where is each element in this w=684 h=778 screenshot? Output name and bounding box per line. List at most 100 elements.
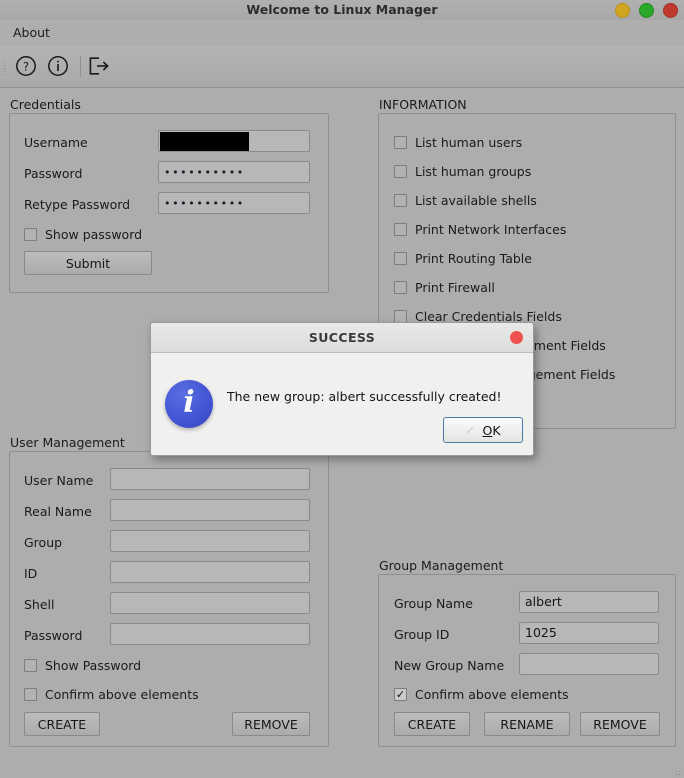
um-password-input[interactable] [110, 623, 310, 645]
dialog-close-button[interactable] [510, 331, 523, 344]
checkbox-box: ✓ [24, 658, 37, 672]
um-realname-input[interactable] [110, 499, 310, 521]
toolbar-grip[interactable] [3, 58, 7, 75]
gm-groupname-row: Group Name [394, 592, 473, 614]
gm-rename-button[interactable]: RENAME [484, 712, 570, 736]
username-redaction-bar [160, 132, 249, 151]
window-resize-grip[interactable] [675, 770, 682, 777]
application-window: Welcome to Linux Manager About ? Credent… [0, 0, 684, 778]
credentials-username-input[interactable] [158, 130, 310, 152]
credentials-submit-button[interactable]: Submit [24, 251, 152, 275]
credentials-retype-password-input[interactable]: •••••••••• [158, 192, 310, 214]
window-buttons [615, 3, 678, 18]
info-circle-icon[interactable] [43, 51, 73, 81]
dialog-ok-button[interactable]: ✓ OK [443, 417, 523, 443]
info-checkbox-label: Print Firewall [415, 279, 495, 295]
svg-text:?: ? [23, 60, 29, 74]
credentials-password-row: Password [24, 162, 82, 184]
credentials-username-label: Username [24, 134, 88, 150]
information-group-label: INFORMATION [379, 97, 467, 112]
credentials-show-password-checkbox[interactable]: ✓ Show password [24, 225, 142, 243]
um-group-input[interactable] [110, 530, 310, 552]
um-group-row: Group [24, 531, 62, 553]
info-checkbox-print-firewall[interactable]: ✓ Print Firewall [394, 278, 495, 296]
dialog-title: SUCCESS [308, 330, 376, 345]
check-icon: ✓ [465, 423, 476, 437]
info-checkbox-label: List available shells [415, 192, 537, 208]
um-username-input[interactable] [110, 468, 310, 490]
dialog-body: i The new group: albert successfully cre… [151, 352, 533, 455]
gm-groupid-row: Group ID [394, 623, 449, 645]
info-checkbox-print-network-interfaces[interactable]: ✓ Print Network Interfaces [394, 220, 566, 238]
close-button[interactable] [663, 3, 678, 18]
um-remove-button[interactable]: REMOVE [232, 712, 310, 736]
credentials-password-input[interactable]: •••••••••• [158, 161, 310, 183]
info-icon: i [165, 380, 213, 428]
um-shell-row: Shell [24, 593, 55, 615]
um-username-label: User Name [24, 472, 94, 488]
credentials-retype-row: Retype Password [24, 193, 130, 215]
gm-newgroupname-row: New Group Name [394, 654, 504, 676]
gm-confirm-label: Confirm above elements [415, 686, 569, 702]
checkbox-box: ✓ [394, 280, 407, 294]
info-checkbox-label: Print Network Interfaces [415, 221, 567, 237]
um-confirm-label: Confirm above elements [45, 686, 199, 702]
credentials-username-row: Username [24, 131, 88, 153]
um-realname-row: Real Name [24, 500, 92, 522]
um-confirm-checkbox[interactable]: ✓ Confirm above elements [24, 685, 199, 703]
gm-newgroupname-input[interactable] [519, 653, 659, 675]
checkbox-box: ✓ [394, 193, 407, 207]
gm-remove-button[interactable]: REMOVE [580, 712, 660, 736]
gm-groupname-input[interactable]: albert [519, 591, 659, 613]
logout-icon[interactable] [84, 51, 114, 81]
dialog-title-bar: SUCCESS [151, 323, 533, 353]
um-realname-label: Real Name [24, 503, 92, 519]
menu-bar: About [0, 20, 684, 47]
menu-item-about[interactable]: About [8, 20, 55, 46]
um-group-label: Group [24, 534, 63, 550]
um-id-input[interactable] [110, 561, 310, 583]
toolbar-separator [80, 56, 81, 77]
gm-confirm-checkbox[interactable]: ✓ Confirm above elements [394, 685, 569, 703]
credentials-password-value: •••••••••• [164, 166, 245, 179]
credentials-show-password-label: Show password [45, 226, 143, 242]
maximize-button[interactable] [639, 3, 654, 18]
dialog-ok-label: OK [482, 422, 501, 438]
info-checkbox-label: List human groups [415, 163, 532, 179]
checkbox-box: ✓ [394, 309, 407, 323]
user-management-group-label: User Management [10, 435, 125, 450]
credentials-retype-password-value: •••••••••• [164, 197, 245, 210]
info-checkbox-list-human-groups[interactable]: ✓ List human groups [394, 162, 531, 180]
gm-create-button[interactable]: CREATE [394, 712, 470, 736]
group-management-group-label: Group Management [379, 558, 504, 573]
um-shell-label: Shell [24, 596, 55, 612]
toolbar: ? [0, 46, 684, 88]
info-checkbox-list-available-shells[interactable]: ✓ List available shells [394, 191, 537, 209]
info-checkbox-label: List human users [415, 134, 523, 150]
um-id-row: ID [24, 562, 37, 584]
gm-newgroupname-label: New Group Name [394, 657, 505, 673]
checkbox-box: ✓ [394, 164, 407, 178]
um-show-password-checkbox[interactable]: ✓ Show Password [24, 656, 141, 674]
success-dialog: SUCCESS i The new group: albert successf… [150, 322, 534, 456]
checkbox-box: ✓ [24, 227, 37, 241]
info-checkbox-list-human-users[interactable]: ✓ List human users [394, 133, 522, 151]
um-password-label: Password [24, 627, 83, 643]
title-bar: Welcome to Linux Manager [0, 0, 684, 21]
minimize-button[interactable] [615, 3, 630, 18]
checkbox-box: ✓ [394, 687, 407, 701]
checkbox-box: ✓ [394, 251, 407, 265]
um-id-label: ID [24, 565, 38, 581]
credentials-group-label: Credentials [10, 97, 81, 112]
window-title: Welcome to Linux Manager [246, 2, 438, 17]
dialog-message: The new group: albert successfully creat… [227, 389, 502, 404]
gm-groupid-input[interactable]: 1025 [519, 622, 659, 644]
help-circle-icon[interactable]: ? [11, 51, 41, 81]
gm-groupname-label: Group Name [394, 595, 473, 611]
um-shell-input[interactable] [110, 592, 310, 614]
gm-groupid-label: Group ID [394, 626, 450, 642]
um-create-button[interactable]: CREATE [24, 712, 100, 736]
info-checkbox-print-routing-table[interactable]: ✓ Print Routing Table [394, 249, 532, 267]
checkbox-box: ✓ [394, 135, 407, 149]
um-show-password-label: Show Password [45, 657, 142, 673]
